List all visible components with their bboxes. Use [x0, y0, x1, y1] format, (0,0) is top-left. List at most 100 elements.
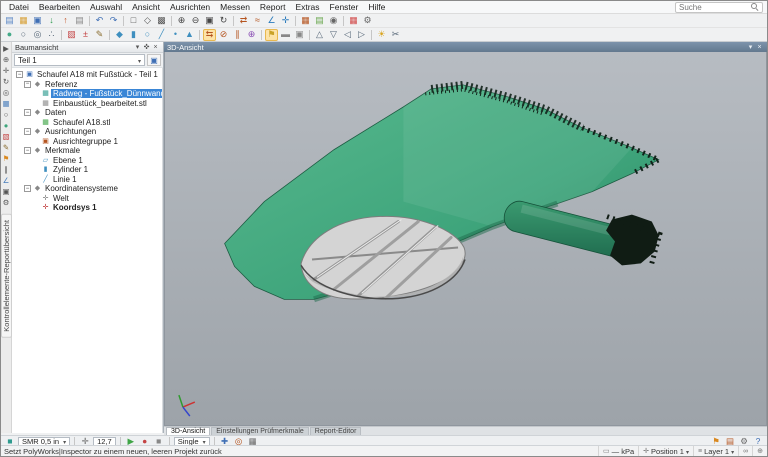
- report-icon[interactable]: ▦: [299, 15, 312, 27]
- view-top-icon[interactable]: ▽: [327, 29, 340, 41]
- tree-item-ausrichtungen[interactable]: ◆ Ausrichtungen: [14, 127, 162, 137]
- layer-indicator[interactable]: ≡ Layer 1: [692, 446, 738, 456]
- redo-icon[interactable]: ↷: [107, 15, 120, 27]
- clip-icon[interactable]: ✂: [389, 29, 402, 41]
- view-left-icon[interactable]: ◁: [341, 29, 354, 41]
- print-icon[interactable]: ▤: [73, 15, 86, 27]
- surface-view-icon[interactable]: ◎: [31, 29, 44, 41]
- save-project-icon[interactable]: ▣: [31, 15, 44, 27]
- tree-item-einbaustück-bearbeitet-stl[interactable]: ▦ Einbaustück_bearbeitet.stl: [14, 99, 162, 109]
- annotation-icon[interactable]: ✎: [93, 29, 106, 41]
- menu-item-extras[interactable]: Extras: [290, 1, 324, 13]
- settings-icon[interactable]: ⚙: [1, 198, 11, 208]
- menu-item-hilfe[interactable]: Hilfe: [363, 1, 390, 13]
- flag-icon[interactable]: ⚑: [265, 28, 278, 41]
- deviation-icon[interactable]: ±: [79, 29, 92, 41]
- rotate-view-icon[interactable]: ↻: [217, 15, 230, 27]
- collapse-toggle[interactable]: [24, 109, 31, 117]
- caliper-icon[interactable]: ∥: [231, 29, 244, 41]
- tree-item-merkmale[interactable]: ◆ Merkmale: [14, 146, 162, 156]
- compare-icon[interactable]: ⇆: [203, 28, 216, 41]
- table-icon[interactable]: ▤: [313, 15, 326, 27]
- open-project-icon[interactable]: ▦: [17, 15, 30, 27]
- note-icon[interactable]: ▬: [279, 29, 292, 41]
- best-fit-icon[interactable]: ≈: [251, 15, 264, 27]
- plane-feature-icon[interactable]: ◆: [113, 29, 126, 41]
- camera-icon[interactable]: ▣: [293, 29, 306, 41]
- tree-item-koordinatensysteme[interactable]: ◆ Koordinatensysteme: [14, 184, 162, 194]
- close-icon[interactable]: ×: [755, 44, 764, 51]
- tree-item-ebene-1[interactable]: ▱ Ebene 1: [14, 156, 162, 166]
- section-icon[interactable]: ∥: [1, 165, 11, 175]
- menu-item-bearbeiten[interactable]: Bearbeiten: [34, 1, 85, 13]
- tree-item-schaufel-a18-mit-fußstück-teil-1[interactable]: ▣ Schaufel A18 mit Fußstück - Teil 1: [14, 70, 162, 80]
- close-icon[interactable]: ×: [151, 44, 160, 51]
- cross-section-icon[interactable]: ⊘: [217, 29, 230, 41]
- menu-item-datei[interactable]: Datei: [4, 1, 34, 13]
- menu-item-messen[interactable]: Messen: [215, 1, 255, 13]
- new-project-icon[interactable]: ▤: [3, 15, 16, 27]
- line-feature-icon[interactable]: ╱: [155, 29, 168, 41]
- zoom-indicator[interactable]: ⊕: [752, 446, 767, 456]
- probe-icon[interactable]: ✛: [279, 15, 292, 27]
- measure-icon[interactable]: ∠: [265, 15, 278, 27]
- menu-item-auswahl[interactable]: Auswahl: [85, 1, 127, 13]
- caret-down-icon[interactable]: ▾: [746, 44, 755, 51]
- view-tab-report-editor[interactable]: Report-Editor: [309, 427, 362, 435]
- select-elements-icon[interactable]: ▶: [1, 44, 11, 54]
- shading-icon[interactable]: ●: [1, 121, 11, 131]
- search-input[interactable]: [679, 2, 749, 12]
- gdt-icon[interactable]: ⊕: [245, 29, 258, 41]
- colormap-icon[interactable]: ▧: [1, 132, 11, 142]
- select-all-icon[interactable]: ▩: [155, 15, 168, 27]
- collapse-toggle[interactable]: [24, 185, 31, 193]
- pan-icon[interactable]: ✛: [1, 66, 11, 76]
- import-file-icon[interactable]: ↓: [45, 15, 58, 27]
- center-view-icon[interactable]: ◎: [1, 88, 11, 98]
- collapse-toggle[interactable]: [24, 80, 31, 88]
- zoom-icon[interactable]: ⊕: [1, 55, 11, 65]
- tree-item-referenz[interactable]: ◆ Referenz: [14, 80, 162, 90]
- tree-item-daten[interactable]: ◆ Daten: [14, 108, 162, 118]
- point-feature-icon[interactable]: •: [169, 29, 182, 41]
- zoom-out-icon[interactable]: ⊖: [189, 15, 202, 27]
- align-icon[interactable]: ⇄: [237, 15, 250, 27]
- select-polygon-icon[interactable]: ◇: [141, 15, 154, 27]
- fit-view-icon[interactable]: ▣: [203, 15, 216, 27]
- annotations-icon[interactable]: ✎: [1, 143, 11, 153]
- undo-icon[interactable]: ↶: [93, 15, 106, 27]
- points-view-icon[interactable]: ∴: [45, 29, 58, 41]
- select-rectangle-icon[interactable]: □: [127, 15, 140, 27]
- wireframe-icon[interactable]: ○: [1, 110, 11, 120]
- view-front-icon[interactable]: △: [313, 29, 326, 41]
- units-indicator[interactable]: ▭ — kPa: [598, 446, 638, 456]
- options-icon[interactable]: ⚙: [361, 15, 374, 27]
- tree-item-ausrichtegruppe-1[interactable]: ▣ Ausrichtegruppe 1: [14, 137, 162, 147]
- shaded-view-icon[interactable]: ●: [3, 29, 16, 41]
- tree-item-radweg-fußstück-dünnwandteil-stp[interactable]: ▦Radweg - Fußstück_Dünnwandteil.stp: [14, 89, 162, 99]
- standard-views-icon[interactable]: ▦: [1, 99, 11, 109]
- tree-item-schaufel-a18-stl[interactable]: ▦ Schaufel A18.stl: [14, 118, 162, 128]
- wireframe-view-icon[interactable]: ○: [17, 29, 30, 41]
- colormap-icon[interactable]: ▧: [65, 29, 78, 41]
- tree-item-koordsys-1[interactable]: ✛ Koordsys 1: [14, 203, 162, 213]
- tree-item-zylinder-1[interactable]: ▮ Zylinder 1: [14, 165, 162, 175]
- viewport-canvas[interactable]: [164, 52, 767, 426]
- view-tab-einstellungen-prüfmerkmale[interactable]: Einstellungen Prüfmerkmale: [211, 427, 309, 435]
- menu-item-ansicht[interactable]: Ansicht: [127, 1, 165, 13]
- tree-item-linie-1[interactable]: ╱ Linie 1: [14, 175, 162, 185]
- cone-feature-icon[interactable]: ▲: [183, 29, 196, 41]
- sync-indicator[interactable]: ∞: [738, 446, 752, 456]
- cylinder-feature-icon[interactable]: ▮: [127, 29, 140, 41]
- search-box[interactable]: [675, 1, 763, 13]
- position-indicator[interactable]: ✛ Position 1: [638, 446, 693, 456]
- part-options-button[interactable]: ▣: [147, 54, 161, 66]
- menu-item-fenster[interactable]: Fenster: [325, 1, 364, 13]
- pin-icon[interactable]: ✜: [142, 44, 151, 51]
- collapsed-panel-tab[interactable]: Kontrollelemente-Reportübersicht: [1, 214, 12, 338]
- caret-down-icon[interactable]: ▾: [133, 44, 142, 51]
- collapse-toggle[interactable]: [24, 128, 31, 136]
- measure-icon[interactable]: ∠: [1, 176, 11, 186]
- view-tab-3d-ansicht[interactable]: 3D-Ansicht: [166, 427, 211, 435]
- collapse-toggle[interactable]: [24, 147, 31, 155]
